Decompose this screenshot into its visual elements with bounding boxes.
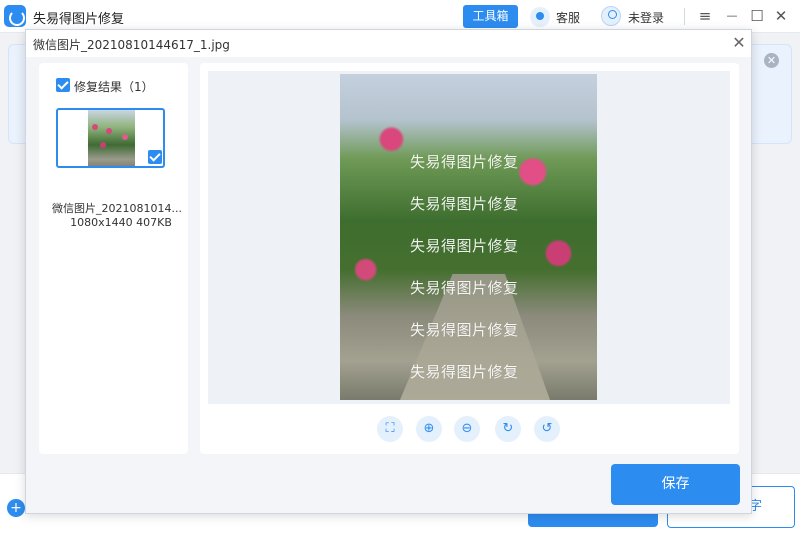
menu-icon[interactable]: ≡: [696, 7, 714, 25]
minimize-button[interactable]: —: [723, 7, 741, 25]
result-file-name: 微信图片_2021081014...: [52, 202, 182, 215]
watermark-text: 失易得图片修复: [410, 279, 519, 297]
toolbox-button[interactable]: 工具箱: [463, 5, 518, 28]
dialog-close-button[interactable]: ✕: [729, 33, 749, 53]
watermark-text: 失易得图片修复: [410, 321, 519, 339]
user-avatar-icon[interactable]: [601, 6, 621, 26]
results-panel: 修复结果（1） 微信图片_2021081014... 1080x1440 407…: [39, 63, 188, 454]
preview-dialog: 微信图片_20210810144617_1.jpg ✕ 修复结果（1） 微信图片…: [25, 29, 752, 514]
fit-screen-icon[interactable]: ⛶: [377, 416, 403, 442]
banner-close-icon[interactable]: ✕: [764, 53, 779, 68]
thumbnail-image: [88, 110, 135, 166]
titlebar-divider: [684, 8, 685, 25]
dialog-header: 微信图片_20210810144617_1.jpg ✕: [26, 30, 751, 57]
window-close-button[interactable]: ✕: [772, 7, 790, 25]
watermark-text: 失易得图片修复: [410, 237, 519, 255]
watermark-text: 失易得图片修复: [410, 153, 519, 171]
preview-panel: 失易得图片修复 失易得图片修复 失易得图片修复 失易得图片修复 失易得图片修复 …: [200, 63, 739, 454]
rotate-left-icon[interactable]: ↺: [534, 416, 560, 442]
results-header: 修复结果（1）: [74, 80, 154, 94]
preview-photo: 失易得图片修复 失易得图片修复 失易得图片修复 失易得图片修复 失易得图片修复 …: [340, 74, 597, 400]
app-title: 失易得图片修复: [33, 12, 125, 27]
rotate-right-icon[interactable]: ↻: [495, 416, 521, 442]
select-all-checkbox[interactable]: [56, 78, 70, 92]
preview-toolbar: ⛶ ⊕ ⊖ ↻ ↺: [375, 416, 575, 442]
maximize-button[interactable]: ☐: [748, 7, 766, 25]
result-file-meta: 1080x1440 407KB: [70, 216, 172, 229]
preview-canvas: 失易得图片修复 失易得图片修复 失易得图片修复 失易得图片修复 失易得图片修复 …: [208, 71, 730, 404]
customer-service-icon[interactable]: [530, 7, 550, 27]
add-icon[interactable]: +: [7, 499, 25, 517]
zoom-in-icon[interactable]: ⊕: [416, 416, 442, 442]
result-thumbnail[interactable]: [56, 108, 165, 168]
thumbnail-checkbox[interactable]: [148, 150, 162, 164]
watermark-text: 失易得图片修复: [410, 363, 519, 381]
app-logo-icon: [4, 5, 26, 27]
save-button[interactable]: 保存: [611, 464, 740, 505]
customer-service-link[interactable]: 客服: [556, 9, 580, 26]
dialog-title: 微信图片_20210810144617_1.jpg: [33, 38, 230, 52]
watermark-text: 失易得图片修复: [410, 195, 519, 213]
login-link[interactable]: 未登录: [628, 9, 664, 26]
zoom-out-icon[interactable]: ⊖: [454, 416, 480, 442]
